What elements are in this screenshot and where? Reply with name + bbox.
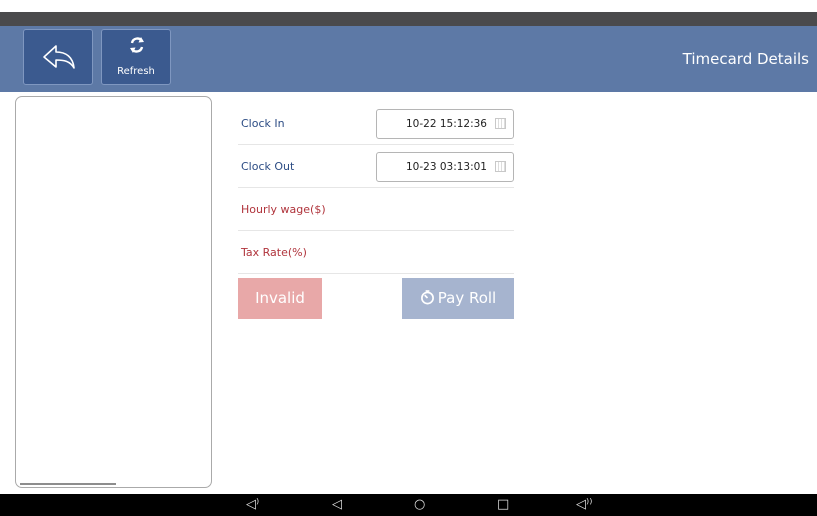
volume-up-icon[interactable]: ◁⁾⁾ bbox=[576, 494, 592, 516]
hourly-wage-row[interactable]: Hourly wage($) bbox=[238, 188, 514, 231]
clock-out-value: 10-23 03:13:01 bbox=[405, 161, 487, 173]
status-bar bbox=[0, 12, 817, 26]
clock-in-row: Clock In 10-22 15:12:36 bbox=[238, 102, 514, 145]
clock-in-label: Clock In bbox=[241, 117, 285, 130]
timer-icon bbox=[420, 290, 434, 305]
refresh-label: Refresh bbox=[117, 66, 155, 77]
pay-roll-button[interactable]: Pay Roll bbox=[402, 278, 514, 319]
refresh-icon bbox=[130, 37, 144, 53]
back-button[interactable] bbox=[23, 29, 93, 85]
clock-in-field[interactable]: 10-22 15:12:36 bbox=[376, 109, 514, 139]
system-nav-bar: ◁⁾ ◁ ○ □ ◁⁾⁾ bbox=[0, 494, 817, 516]
recents-icon[interactable]: □ bbox=[497, 494, 509, 516]
back-arrow-icon bbox=[43, 45, 75, 69]
clock-out-row: Clock Out 10-23 03:13:01 bbox=[238, 145, 514, 188]
hourly-wage-label: Hourly wage($) bbox=[241, 203, 326, 216]
timecard-list-panel[interactable] bbox=[15, 96, 212, 488]
pay-roll-label: Pay Roll bbox=[437, 289, 497, 307]
calendar-icon[interactable] bbox=[495, 161, 506, 172]
horizontal-scrollbar[interactable] bbox=[20, 483, 116, 485]
clock-out-label: Clock Out bbox=[241, 160, 295, 173]
calendar-icon[interactable] bbox=[495, 118, 506, 129]
volume-down-icon[interactable]: ◁⁾ bbox=[246, 494, 259, 516]
refresh-button[interactable]: Refresh bbox=[101, 29, 171, 85]
invalid-label: Invalid bbox=[255, 289, 305, 307]
clock-in-value: 10-22 15:12:36 bbox=[405, 118, 487, 130]
app-header: Refresh Timecard Details bbox=[0, 26, 817, 92]
home-icon[interactable]: ○ bbox=[414, 494, 425, 516]
page-title: Timecard Details bbox=[682, 50, 809, 68]
invalid-button[interactable]: Invalid bbox=[238, 278, 322, 319]
tax-rate-row[interactable]: Tax Rate(%) bbox=[238, 231, 514, 274]
tax-rate-label: Tax Rate(%) bbox=[241, 246, 307, 259]
back-icon[interactable]: ◁ bbox=[332, 494, 342, 516]
clock-out-field[interactable]: 10-23 03:13:01 bbox=[376, 152, 514, 182]
